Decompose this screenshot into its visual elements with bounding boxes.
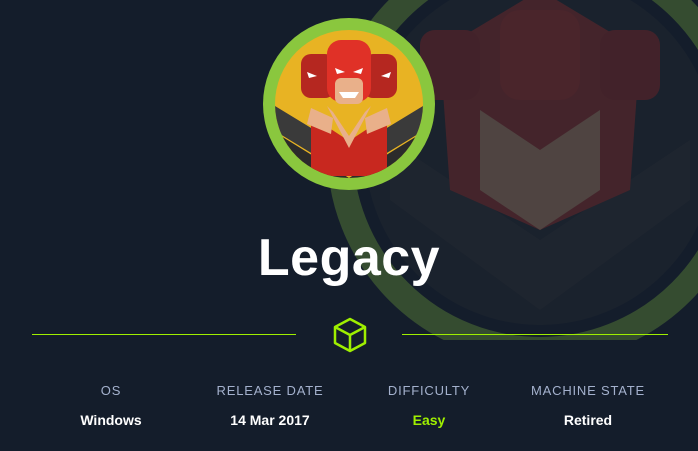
- machine-state-label: MACHINE STATE: [531, 383, 645, 398]
- info-release-date: RELEASE DATE 14 Mar 2017: [190, 383, 350, 428]
- info-os: OS Windows: [31, 383, 191, 428]
- machine-state-value: Retired: [563, 412, 613, 428]
- difficulty-value: Easy: [412, 412, 446, 428]
- os-value: Windows: [80, 412, 142, 428]
- release-date-label: RELEASE DATE: [216, 383, 324, 398]
- cube-icon: [333, 317, 367, 353]
- difficulty-label: DIFFICULTY: [387, 383, 471, 398]
- info-machine-state: MACHINE STATE Retired: [508, 383, 668, 428]
- machine-avatar: [261, 16, 437, 192]
- divider-line-left: [32, 334, 296, 335]
- divider-line-right: [402, 334, 668, 335]
- info-difficulty: DIFFICULTY Easy: [349, 383, 509, 428]
- machine-title: Legacy: [257, 229, 441, 287]
- release-date-value: 14 Mar 2017: [230, 412, 310, 428]
- os-label: OS: [100, 383, 122, 398]
